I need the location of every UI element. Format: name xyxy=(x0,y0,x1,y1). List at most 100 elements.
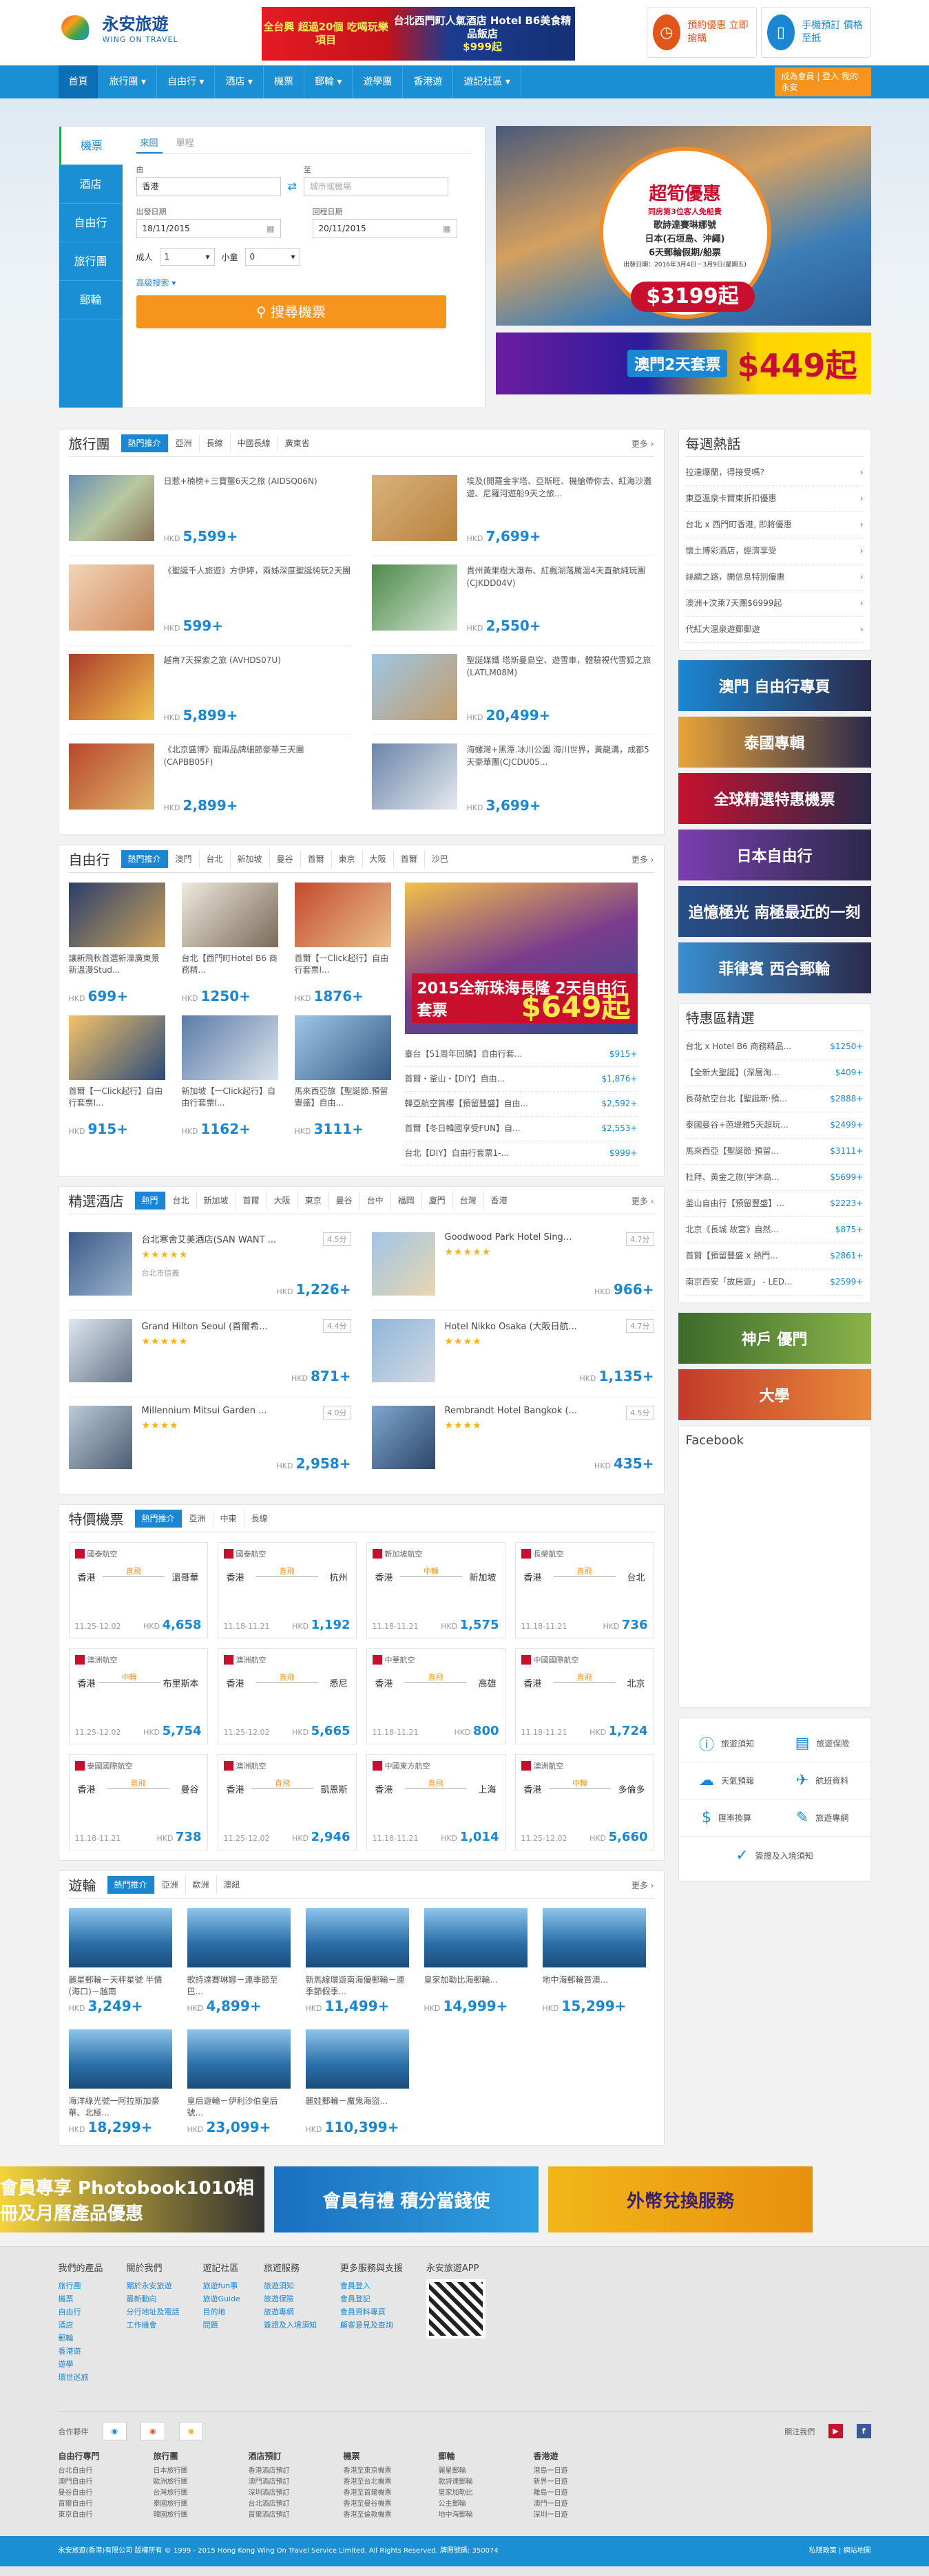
footer-link[interactable]: 旅遊保險 xyxy=(264,2292,317,2305)
tab-hot[interactable]: 熱門推介 xyxy=(134,1509,182,1528)
special-item[interactable]: 北京《長城 故宮》自然... $875+ xyxy=(685,1217,864,1243)
partner-logo[interactable]: ◉ xyxy=(178,2422,204,2440)
travel-info-link[interactable]: ⓘ 旅遊須知 xyxy=(678,1725,775,1762)
facebook-icon[interactable]: f xyxy=(856,2424,871,2438)
nav-study-tours[interactable]: 遊學團 xyxy=(353,65,404,98)
footer-link[interactable]: 香港遊 xyxy=(59,2345,103,2358)
search-tab-cruise[interactable]: 郵輪 xyxy=(59,281,123,319)
footer-link[interactable]: 地中海郵輪 xyxy=(439,2510,527,2521)
tab-taichung[interactable]: 台中 xyxy=(359,1191,390,1210)
side-banner[interactable]: 大學 xyxy=(678,1369,871,1420)
footer-link[interactable]: 工作機會 xyxy=(127,2319,180,2332)
tab-seoul-2[interactable]: 首爾 xyxy=(393,849,424,868)
footer-link[interactable]: 台北自由行 xyxy=(59,2466,147,2477)
footer-link[interactable]: 會員登入 xyxy=(340,2279,403,2292)
footer-link[interactable]: 台灣旅行團 xyxy=(154,2488,242,2499)
logo[interactable]: 永安旅遊 WING ON TRAVEL xyxy=(59,10,178,44)
special-item[interactable]: 台北 x Hotel B6 商務精品... $1250+ xyxy=(685,1034,864,1060)
footer-link[interactable]: 澳門一日遊 xyxy=(534,2499,622,2510)
from-input[interactable]: 香港 xyxy=(136,177,281,196)
side-banner[interactable]: 日本自由行 xyxy=(678,830,871,880)
footer-link[interactable]: 日本旅行團 xyxy=(154,2466,242,2477)
flight-card[interactable]: 中華航空 香港 直飛 高雄 11.18-11.21 HKD 800 xyxy=(366,1648,505,1744)
nav-home[interactable]: 首頁 xyxy=(58,65,99,98)
search-tab-hotels[interactable]: 酒店 xyxy=(59,165,123,204)
tab-tokyo[interactable]: 東京 xyxy=(331,849,362,868)
more-link[interactable]: 更多 › xyxy=(631,438,654,450)
footer-link[interactable]: 東京自由行 xyxy=(59,2510,147,2521)
child-select[interactable]: 0 ▾ xyxy=(244,248,300,266)
flight-card[interactable]: 澳洲航空 香港 中轉 多倫多 11.25-12.02 HKD 5,660 xyxy=(514,1754,654,1850)
hotel-item[interactable]: Millennium Mitsui Garden ... ★★★★ 4.0分 HKD 2… xyxy=(68,1397,351,1484)
cruise-card[interactable]: 麗星郵輪－天秤星號 半價(海口)－越南 HKD 3,249+ xyxy=(68,1908,172,2014)
flight-card[interactable]: 中國東方航空 香港 直飛 上海 11.18-11.21 HKD 1,014 xyxy=(366,1754,505,1850)
tab-hot[interactable]: 熱門推介 xyxy=(121,434,168,452)
tab-long-haul[interactable]: 長線 xyxy=(243,1509,275,1528)
member-login-button[interactable]: 成為會員 | 登入 我的永安 xyxy=(774,67,871,96)
flight-info-link[interactable]: ✈ 航班資料 xyxy=(774,1762,870,1799)
footer-link[interactable]: 香港至台北機票 xyxy=(344,2477,432,2488)
footer-link[interactable]: 香港至曼谷機票 xyxy=(344,2499,432,2510)
special-item[interactable]: 釜山自由行【預留豐盛】... $2223+ xyxy=(685,1191,864,1217)
special-item[interactable]: 南京西安「故居遊」 - LED... $2599+ xyxy=(685,1269,864,1296)
tab-bangkok[interactable]: 曼谷 xyxy=(328,1191,359,1210)
footer-link[interactable]: 旅行團 xyxy=(59,2279,103,2292)
tour-item[interactable]: 《北京盛博》寵兩品牌細節豪華三天團(CAPBB05F) HKD 2,899+ xyxy=(68,735,351,825)
swap-icon[interactable]: ⇄ xyxy=(288,180,297,196)
tab-singapore[interactable]: 新加坡 xyxy=(229,849,269,868)
footer-link[interactable]: 香港酒店預訂 xyxy=(249,2466,337,2477)
travel-net-link[interactable]: ✎ 旅遊專網 xyxy=(774,1799,870,1837)
footer-link[interactable]: 簽證及入境須知 xyxy=(264,2319,317,2332)
tour-item[interactable]: 聖誕媒鐵 塔斯曼島空、遊雪車，體驗視代雪狐之旅(LATLM08M) HKD 20,4… xyxy=(371,646,654,735)
tab-fukuoka[interactable]: 福岡 xyxy=(390,1191,421,1210)
hotel-item[interactable]: 台北寒舍艾美酒店(SAN WANT ... ★★★★★ 4.5分 台北市信義 HKD 1,… xyxy=(68,1224,351,1311)
trip-type-oneway[interactable]: 單程 xyxy=(172,134,198,154)
member-photobook-banner[interactable]: 會員專享 Photobook1010相冊及月曆產品優惠 xyxy=(0,2166,264,2232)
footer-link[interactable]: 新界一日遊 xyxy=(534,2477,622,2488)
youtube-icon[interactable]: ▶ xyxy=(828,2424,843,2438)
footer-link[interactable]: 最新動向 xyxy=(127,2292,180,2305)
footer-link[interactable]: 台北酒店預訂 xyxy=(249,2499,337,2510)
tour-item[interactable]: 《聖誕千人旅遊》方伊婷，兩姊深度聖誕純玩2天團 HKD 599+ xyxy=(68,556,351,646)
footer-link[interactable]: 旅遊須知 xyxy=(264,2279,317,2292)
depart-date-input[interactable]: 18/11/2015 ▦ xyxy=(136,219,281,238)
footer-link[interactable]: 首爾自由行 xyxy=(59,2499,147,2510)
booking-promo-button[interactable]: ◷ 預約優惠 立即搶購 xyxy=(646,7,757,58)
tab-europe[interactable]: 歐洲 xyxy=(185,1875,216,1894)
search-flights-button[interactable]: ⚲ 搜尋機票 xyxy=(136,295,446,328)
flight-card[interactable]: 澳洲航空 香港 直飛 悉尼 11.25-12.02 HKD 5,665 xyxy=(217,1648,357,1744)
cruise-promo-banner[interactable]: 超筍優惠 同房第3位客人免船費 歌詩達賽琳娜號 日本(石垣島、沖繩) 6天郵輪假… xyxy=(495,126,871,326)
footer-link[interactable]: 問題 xyxy=(203,2319,240,2332)
fit-list-item[interactable]: 台北【DIY】自由行套票1-... $999+ xyxy=(404,1141,638,1166)
fit-card[interactable]: 新加坡【一Click起行】自由行套票I... HKD 1162+ xyxy=(181,1015,278,1137)
side-banner[interactable]: 全球精選特惠機票 xyxy=(678,773,871,824)
footer-link[interactable]: 分行地址及電話 xyxy=(127,2305,180,2319)
hot-topic-item[interactable]: 懷土博彩酒店，經濟享受 › xyxy=(685,538,864,564)
footer-link[interactable]: 顧客意見及查詢 xyxy=(340,2319,403,2332)
side-banner[interactable]: 泰國專輯 xyxy=(678,717,871,768)
nav-cruise[interactable]: 郵輪 ▾ xyxy=(304,65,353,98)
special-item[interactable]: 首爾【預留豐盛 x 熱門... $2861+ xyxy=(685,1243,864,1269)
tab-middle-east[interactable]: 中東 xyxy=(212,1509,244,1528)
footer-link[interactable]: 機票 xyxy=(59,2292,103,2305)
zhuhai-promo-banner[interactable]: 2015全新珠海長隆 2天自由行套票 $649起 xyxy=(404,883,638,1034)
fit-card[interactable]: 台北【西門町Hotel B6 商務精... HKD 1250+ xyxy=(181,883,278,1004)
search-tab-flights[interactable]: 機票 xyxy=(59,127,123,165)
visa-link[interactable]: ✓ 簽證及入境須知 xyxy=(679,1837,870,1874)
footer-link[interactable]: 皇家加勒比 xyxy=(439,2488,527,2499)
footer-link[interactable]: 旅遊Guide xyxy=(203,2292,240,2305)
nav-hotels[interactable]: 酒店 ▾ xyxy=(215,65,264,98)
footer-link[interactable]: 歌詩達郵輪 xyxy=(439,2477,527,2488)
side-banner[interactable]: 追憶極光 南極最近的一刻 xyxy=(678,886,871,937)
footer-link[interactable]: 香港至首爾機票 xyxy=(344,2488,432,2499)
nav-flights[interactable]: 機票 xyxy=(264,65,304,98)
tour-item[interactable]: 日惹+楠榜+三寶壟6天之旅 (AIDSQ06N) HKD 5,599+ xyxy=(68,467,351,556)
footer-link[interactable]: 澳門自由行 xyxy=(59,2477,147,2488)
more-link[interactable]: 更多 › xyxy=(631,1195,654,1207)
flight-card[interactable]: 泰國國際航空 香港 直飛 曼谷 11.18-11.21 HKD 738 xyxy=(68,1754,208,1850)
insurance-link[interactable]: ▤ 旅遊保險 xyxy=(774,1725,870,1762)
trip-type-return[interactable]: 來回 xyxy=(136,134,163,154)
footer-link[interactable]: 遊學 xyxy=(59,2358,103,2371)
to-input[interactable]: 城市或機場 xyxy=(303,177,448,196)
hot-topic-item[interactable]: 台北 x 西門町香港, 即將優惠 › xyxy=(685,512,864,538)
